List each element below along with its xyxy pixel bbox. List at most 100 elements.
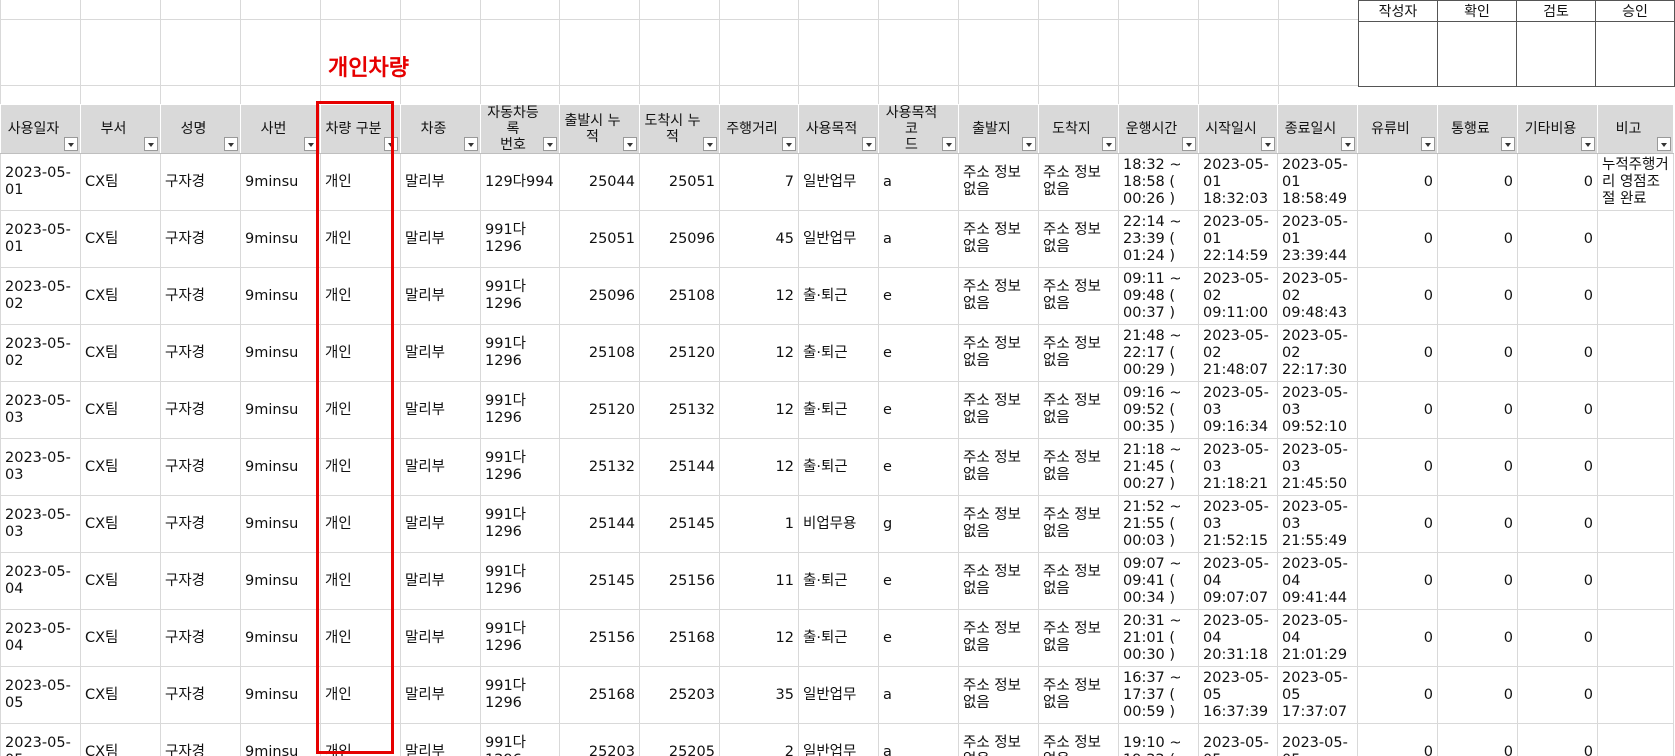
- table-cell[interactable]: CX팀: [80, 609, 161, 667]
- filter-dropdown-icon[interactable]: [1341, 137, 1355, 151]
- table-cell[interactable]: 2023-05- 02 22:17:30: [1277, 324, 1358, 382]
- table-cell[interactable]: 구자경: [160, 495, 241, 553]
- table-cell[interactable]: 2: [719, 723, 799, 756]
- column-header[interactable]: 사번: [240, 104, 321, 154]
- table-cell[interactable]: 25120: [559, 381, 640, 439]
- table-cell[interactable]: 25203: [639, 666, 720, 724]
- table-cell[interactable]: 2023-05- 03 09:52:10: [1277, 381, 1358, 439]
- table-cell[interactable]: 0: [1517, 324, 1598, 382]
- table-cell[interactable]: 2023-05- 02 09:11:00: [1198, 267, 1278, 325]
- table-cell[interactable]: 2023-05- 01: [0, 210, 81, 268]
- table-cell[interactable]: 구자경: [160, 723, 241, 756]
- table-cell[interactable]: 25156: [559, 609, 640, 667]
- table-cell[interactable]: e: [878, 324, 959, 382]
- table-cell[interactable]: 9minsu: [240, 267, 321, 325]
- table-cell[interactable]: 2023-05- 04 20:31:18: [1198, 609, 1278, 667]
- table-cell[interactable]: 21:48 ~ 22:17 ( 00:29 ): [1118, 324, 1199, 382]
- table-cell[interactable]: 말리부: [400, 438, 481, 496]
- table-cell[interactable]: 35: [719, 666, 799, 724]
- table-cell[interactable]: 말리부: [400, 267, 481, 325]
- table-cell[interactable]: 0: [1437, 666, 1518, 724]
- table-cell[interactable]: 0: [1357, 495, 1438, 553]
- table-cell[interactable]: 9minsu: [240, 666, 321, 724]
- table-cell[interactable]: 개인: [320, 666, 401, 724]
- table-cell[interactable]: 991다 1296: [480, 324, 560, 382]
- table-cell[interactable]: 991다 1296: [480, 381, 560, 439]
- table-cell[interactable]: 구자경: [160, 381, 241, 439]
- filter-dropdown-icon[interactable]: [1182, 137, 1196, 151]
- table-cell[interactable]: 9minsu: [240, 438, 321, 496]
- table-cell[interactable]: 2023-05- 03: [0, 381, 81, 439]
- table-cell[interactable]: 주소 정보 없음: [958, 666, 1039, 724]
- table-cell[interactable]: [1597, 495, 1674, 553]
- table-cell[interactable]: 말리부: [400, 381, 481, 439]
- table-cell[interactable]: 구자경: [160, 666, 241, 724]
- table-cell[interactable]: 0: [1517, 267, 1598, 325]
- table-cell[interactable]: 주소 정보 없음: [958, 210, 1039, 268]
- table-cell[interactable]: 2023-05- 04 21:01:29: [1277, 609, 1358, 667]
- table-cell[interactable]: 말리부: [400, 495, 481, 553]
- table-cell[interactable]: 2023-05- 02 09:48:43: [1277, 267, 1358, 325]
- table-cell[interactable]: 2023-05- 03: [0, 438, 81, 496]
- table-cell[interactable]: 주소 정보 없음: [1038, 438, 1119, 496]
- table-cell[interactable]: 25205: [639, 723, 720, 756]
- table-cell[interactable]: CX팀: [80, 381, 161, 439]
- table-cell[interactable]: 991다 1296: [480, 723, 560, 756]
- table-cell[interactable]: 0: [1517, 438, 1598, 496]
- table-cell[interactable]: 개인: [320, 267, 401, 325]
- table-cell[interactable]: [1597, 438, 1674, 496]
- table-cell[interactable]: e: [878, 267, 959, 325]
- table-cell[interactable]: 주소 정보 없음: [958, 552, 1039, 610]
- table-cell[interactable]: 2023-05- 05: [0, 723, 81, 756]
- table-cell[interactable]: 주소 정보 없음: [1038, 267, 1119, 325]
- table-cell[interactable]: 출·퇴근: [798, 324, 879, 382]
- filter-dropdown-icon[interactable]: [543, 137, 557, 151]
- table-cell[interactable]: e: [878, 381, 959, 439]
- table-cell[interactable]: 구자경: [160, 324, 241, 382]
- table-cell[interactable]: 25203: [559, 723, 640, 756]
- column-header[interactable]: 성명: [160, 104, 241, 154]
- table-cell[interactable]: 0: [1437, 324, 1518, 382]
- table-cell[interactable]: 주소 정보 없음: [1038, 552, 1119, 610]
- table-cell[interactable]: 2023-05- 01 18:32:03: [1198, 153, 1278, 211]
- table-cell[interactable]: 구자경: [160, 609, 241, 667]
- table-cell[interactable]: [1597, 552, 1674, 610]
- table-cell[interactable]: 25120: [639, 324, 720, 382]
- table-cell[interactable]: 12: [719, 324, 799, 382]
- table-cell[interactable]: 주소 정보 없음: [1038, 723, 1119, 756]
- table-cell[interactable]: 말리부: [400, 666, 481, 724]
- table-cell[interactable]: 25132: [559, 438, 640, 496]
- table-cell[interactable]: 25108: [559, 324, 640, 382]
- table-cell[interactable]: 2023-05- 02: [0, 324, 81, 382]
- table-cell[interactable]: 25096: [559, 267, 640, 325]
- table-cell[interactable]: 누적주행거 리 영점조 절 완료: [1597, 153, 1674, 211]
- column-header[interactable]: 사용일자: [0, 104, 81, 154]
- table-cell[interactable]: 12: [719, 267, 799, 325]
- table-cell[interactable]: 2023-05- 04: [0, 609, 81, 667]
- table-cell[interactable]: [1597, 324, 1674, 382]
- table-cell[interactable]: 주소 정보 없음: [958, 438, 1039, 496]
- approval-cell[interactable]: [1516, 21, 1596, 87]
- table-cell[interactable]: 20:31 ~ 21:01 ( 00:30 ): [1118, 609, 1199, 667]
- table-cell[interactable]: 9minsu: [240, 381, 321, 439]
- table-cell[interactable]: 2023-05- 05: [1277, 723, 1358, 756]
- column-header[interactable]: 비고: [1597, 104, 1674, 154]
- filter-dropdown-icon[interactable]: [782, 137, 796, 151]
- table-cell[interactable]: 12: [719, 609, 799, 667]
- table-cell[interactable]: [1597, 267, 1674, 325]
- filter-dropdown-icon[interactable]: [862, 137, 876, 151]
- table-cell[interactable]: 0: [1357, 153, 1438, 211]
- table-cell[interactable]: 0: [1437, 267, 1518, 325]
- table-cell[interactable]: 말리부: [400, 552, 481, 610]
- table-cell[interactable]: 1: [719, 495, 799, 553]
- table-cell[interactable]: 2023-05- 04 09:41:44: [1277, 552, 1358, 610]
- table-cell[interactable]: 2023-05- 05: [0, 666, 81, 724]
- column-header[interactable]: 통행료: [1437, 104, 1518, 154]
- table-cell[interactable]: 25168: [639, 609, 720, 667]
- table-cell[interactable]: 주소 정보 없음: [1038, 609, 1119, 667]
- filter-dropdown-icon[interactable]: [304, 137, 318, 151]
- table-cell[interactable]: a: [878, 666, 959, 724]
- table-cell[interactable]: 0: [1357, 210, 1438, 268]
- table-cell[interactable]: a: [878, 723, 959, 756]
- table-cell[interactable]: 25168: [559, 666, 640, 724]
